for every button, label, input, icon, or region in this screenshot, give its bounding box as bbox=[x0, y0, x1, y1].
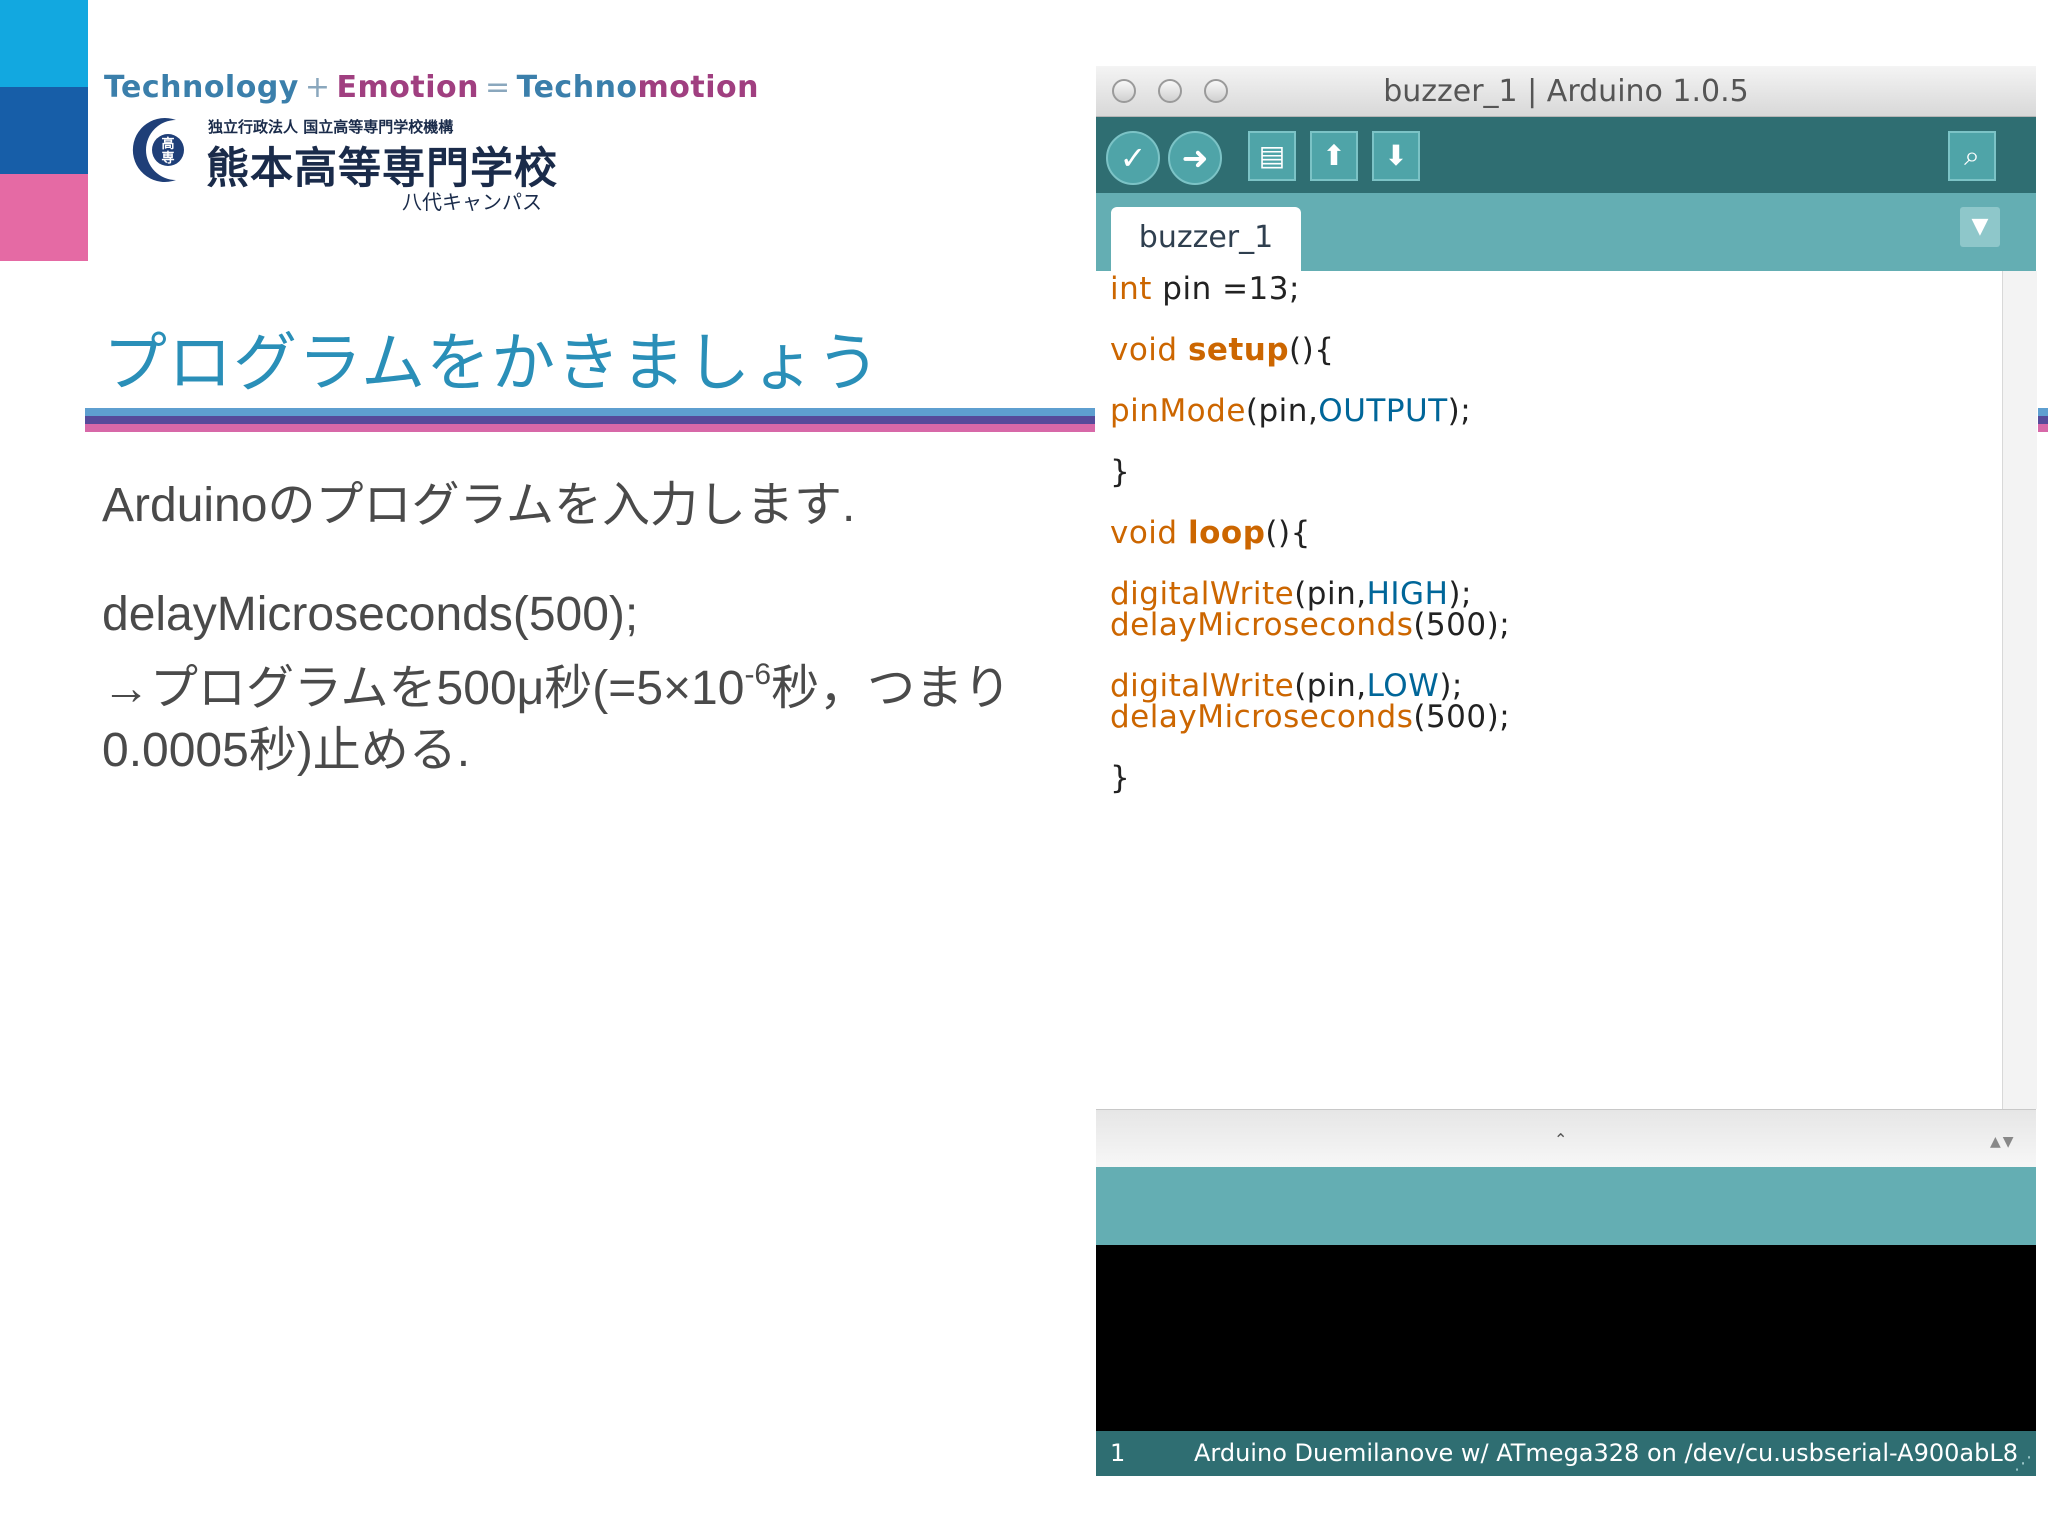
divider-stripe-right-pink bbox=[2038, 424, 2048, 432]
window-titlebar[interactable]: buzzer_1 | Arduino 1.0.5 bbox=[1096, 66, 2036, 117]
code-line: void loop(){ bbox=[1110, 515, 1311, 551]
body-explanation-pre: →プログラムを500μ秒(=5×10 bbox=[102, 662, 745, 715]
code-line: int pin =13; bbox=[1110, 271, 1300, 307]
divider-stripe-pink bbox=[85, 424, 1095, 432]
new-sketch-button[interactable]: ▤ bbox=[1248, 131, 1296, 181]
chevron-down-icon: ▼ bbox=[1971, 214, 1989, 239]
svg-text:高: 高 bbox=[161, 136, 174, 152]
resize-grip-icon[interactable]: ⋰ bbox=[2014, 1453, 2032, 1474]
code-line: pinMode(pin,OUTPUT); bbox=[1110, 393, 1471, 429]
serial-monitor-button[interactable]: ⌕ bbox=[1948, 131, 1996, 181]
code-keyword: int bbox=[1110, 271, 1152, 307]
code-constant: OUTPUT bbox=[1318, 393, 1448, 429]
arrow-up-icon: ⬆ bbox=[1322, 139, 1346, 172]
divider-stripe-blue bbox=[85, 408, 1095, 416]
slide-title: プログラムをかきましょう bbox=[103, 327, 882, 401]
code-keyword: void bbox=[1110, 515, 1178, 551]
body-code-example: delayMicroseconds(500); bbox=[102, 588, 639, 641]
save-sketch-button[interactable]: ⬇ bbox=[1372, 131, 1420, 181]
ide-toolbar: ✓ ➜ ▤ ⬆ ⬇ ⌕ bbox=[1096, 117, 2036, 193]
code-line: delayMicroseconds(500); bbox=[1110, 607, 1510, 643]
divider-stripe-right-blue bbox=[2038, 408, 2048, 416]
arrow-right-icon: ➜ bbox=[1181, 139, 1209, 177]
arrow-down-icon: ⬇ bbox=[1384, 139, 1408, 172]
tab-bar: buzzer_1 ▼ bbox=[1096, 193, 2036, 271]
splitter-handle-icon: ⌃ bbox=[1554, 1130, 1568, 1149]
accent-bar-blue bbox=[0, 87, 88, 174]
splitter-arrows-icon[interactable]: ▲▼ bbox=[1990, 1134, 2016, 1150]
tagline: Technology + Emotion = Technomotion bbox=[104, 70, 759, 105]
code-text: (500); bbox=[1413, 699, 1511, 735]
tagline-emotion: Emotion bbox=[336, 70, 479, 105]
editor-scrollbar[interactable] bbox=[2002, 271, 2037, 1109]
body-intro: Arduinoのプログラムを入力します. bbox=[102, 479, 856, 532]
code-line: } bbox=[1110, 760, 1131, 796]
tagline-motion: motion bbox=[637, 70, 760, 105]
tagline-plus: + bbox=[304, 70, 331, 105]
code-line: delayMicroseconds(500); bbox=[1110, 699, 1510, 735]
code-text: (){ bbox=[1265, 515, 1311, 551]
window-title: buzzer_1 | Arduino 1.0.5 bbox=[1383, 74, 1749, 109]
accent-bar-cyan bbox=[0, 0, 88, 87]
code-text: pin =13; bbox=[1151, 271, 1300, 307]
code-keyword: void bbox=[1110, 332, 1178, 368]
school-logo-icon: 高 専 bbox=[132, 118, 184, 182]
open-sketch-button[interactable]: ⬆ bbox=[1310, 131, 1358, 181]
svg-text:専: 専 bbox=[161, 150, 174, 166]
upload-button[interactable]: ➜ bbox=[1168, 131, 1222, 185]
code-function: setup bbox=[1187, 332, 1290, 368]
console-output[interactable] bbox=[1096, 1245, 2036, 1431]
verify-button[interactable]: ✓ bbox=[1106, 131, 1160, 185]
code-text: (pin, bbox=[1245, 393, 1319, 429]
code-builtin: delayMicroseconds bbox=[1110, 607, 1414, 643]
code-text: (){ bbox=[1289, 332, 1335, 368]
status-board-info: Arduino Duemilanove w/ ATmega328 on /dev… bbox=[1194, 1439, 2018, 1467]
body-explanation-end: 0.0005秒)止める. bbox=[102, 724, 471, 777]
tab-menu-button[interactable]: ▼ bbox=[1960, 207, 2000, 247]
accent-bar-pink bbox=[0, 174, 88, 261]
tagline-techno: Techno bbox=[516, 70, 638, 105]
arduino-ide-window: buzzer_1 | Arduino 1.0.5 ✓ ➜ ▤ ⬆ ⬇ ⌕ buz… bbox=[1096, 66, 2037, 1476]
body-exponent: -6 bbox=[744, 658, 772, 691]
body-explanation-post: 秒，つまり bbox=[771, 662, 1012, 715]
message-area bbox=[1096, 1167, 2036, 1245]
divider-stripe-purple bbox=[85, 416, 1095, 424]
code-text: ); bbox=[1447, 393, 1472, 429]
code-line: } bbox=[1110, 454, 1131, 490]
code-builtin: delayMicroseconds bbox=[1110, 699, 1414, 735]
document-icon: ▤ bbox=[1258, 139, 1286, 172]
status-bar: 1 Arduino Duemilanove w/ ATmega328 on /d… bbox=[1096, 1431, 2036, 1476]
school-campus: 八代キャンパス bbox=[402, 190, 542, 214]
pane-splitter[interactable]: ⌃ ▲▼ bbox=[1096, 1109, 2036, 1168]
magnifier-icon: ⌕ bbox=[1964, 139, 1980, 172]
tagline-technology: Technology bbox=[104, 70, 299, 105]
code-builtin: pinMode bbox=[1110, 393, 1246, 429]
tab-buzzer-1[interactable]: buzzer_1 bbox=[1111, 207, 1301, 271]
check-icon: ✓ bbox=[1119, 139, 1147, 177]
code-text: (500); bbox=[1413, 607, 1511, 643]
code-editor[interactable]: int pin =13; void setup(){ pinMode(pin,O… bbox=[1096, 271, 2002, 1109]
status-line-number: 1 bbox=[1110, 1439, 1126, 1467]
code-function: loop bbox=[1187, 515, 1266, 551]
code-line: void setup(){ bbox=[1110, 332, 1334, 368]
tagline-equals: = bbox=[484, 70, 511, 105]
body-explanation: →プログラムを500μ秒(=5×10-6秒，つまり bbox=[102, 648, 1011, 718]
divider-stripe-right-purple bbox=[2038, 416, 2048, 424]
